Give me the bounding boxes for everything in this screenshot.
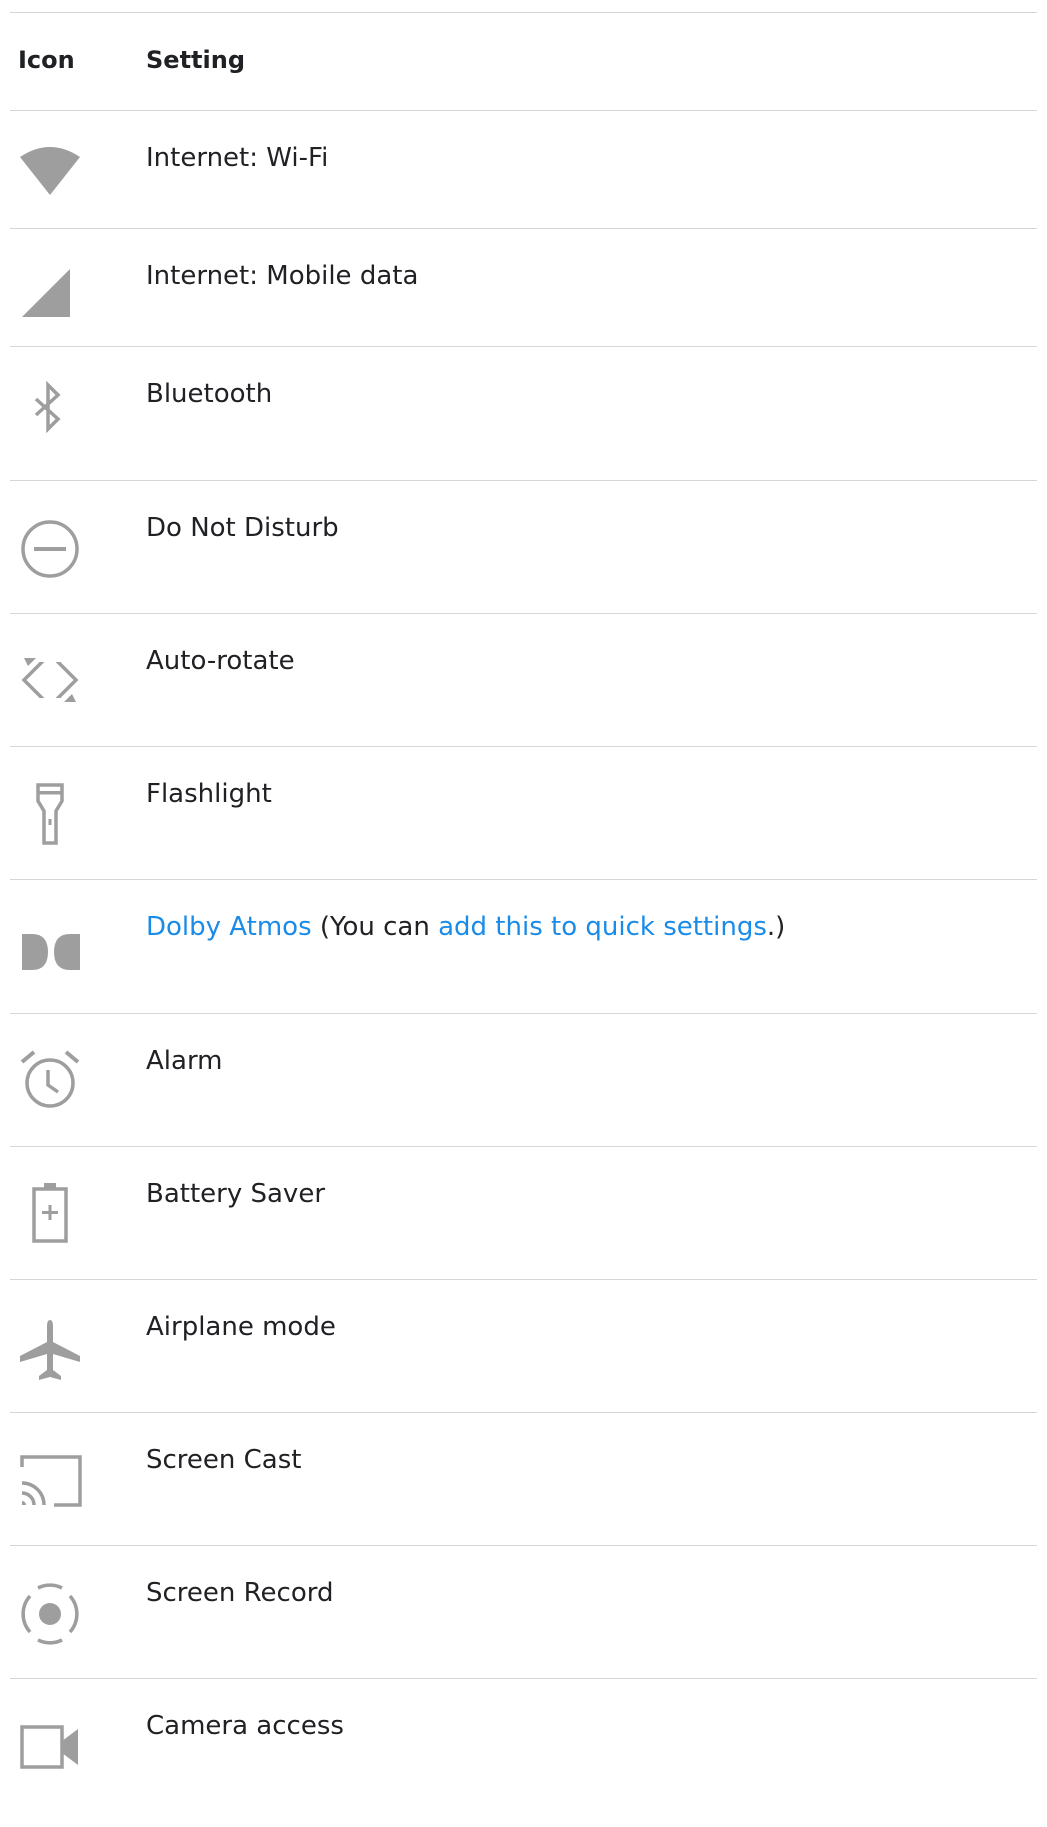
dolby-note-suffix: .) [766,912,786,942]
table-row: Flashlight [10,747,1037,880]
dolby-icon [18,920,82,984]
link-screen-record[interactable]: Screen Record [146,1576,333,1610]
link-do-not-disturb[interactable]: Do Not Disturb [146,511,339,545]
link-bluetooth[interactable]: Bluetooth [146,377,272,411]
wifi-icon [18,139,82,203]
table-header: Icon Setting [10,13,1037,111]
link-add-to-quick-settings[interactable]: add this to quick settings [438,912,767,942]
link-screen-cast[interactable]: Screen Cast [146,1443,301,1477]
column-header-setting: Setting [146,46,245,74]
do-not-disturb-icon [18,517,82,581]
link-airplane-mode[interactable]: Airplane mode [146,1310,336,1344]
link-internet-mobile-data[interactable]: Internet: Mobile data [146,259,418,293]
table-row: Screen Record [10,1546,1037,1679]
table-row: Screen Cast [10,1413,1037,1546]
settings-icons-table: Icon Setting Internet: Wi-Fi Internet: M… [10,12,1037,1789]
table-row: Bluetooth [10,347,1037,481]
table-row: Camera access [10,1679,1037,1789]
link-auto-rotate[interactable]: Auto-rotate [146,644,295,678]
link-alarm[interactable]: Alarm [146,1044,223,1078]
battery-saver-icon [18,1181,82,1245]
screen-record-icon [18,1582,82,1646]
flashlight-icon [18,781,82,845]
table-row: Do Not Disturb [10,481,1037,614]
table-row: Internet: Wi-Fi [10,111,1037,229]
table-row: Auto-rotate [10,614,1037,747]
bluetooth-icon [18,379,82,443]
camera-icon [18,1715,82,1779]
airplane-icon [18,1318,82,1382]
dolby-atmos-text: Dolby Atmos (You can add this to quick s… [146,910,785,944]
mobile-signal-icon [18,257,82,321]
table-row: Alarm [10,1014,1037,1147]
link-camera-access[interactable]: Camera access [146,1709,344,1743]
link-dolby-atmos[interactable]: Dolby Atmos [146,912,312,942]
table-row: Battery Saver [10,1147,1037,1280]
column-header-icon: Icon [18,46,75,74]
link-flashlight[interactable]: Flashlight [146,777,272,811]
alarm-icon [18,1048,82,1112]
dolby-note-prefix: (You can [311,912,439,942]
table-row: Dolby Atmos (You can add this to quick s… [10,880,1037,1014]
table-row: Airplane mode [10,1280,1037,1413]
link-internet-wifi[interactable]: Internet: Wi-Fi [146,141,328,175]
table-row: Internet: Mobile data [10,229,1037,347]
auto-rotate-icon [18,650,82,714]
link-battery-saver[interactable]: Battery Saver [146,1177,325,1211]
screen-cast-icon [18,1449,82,1513]
